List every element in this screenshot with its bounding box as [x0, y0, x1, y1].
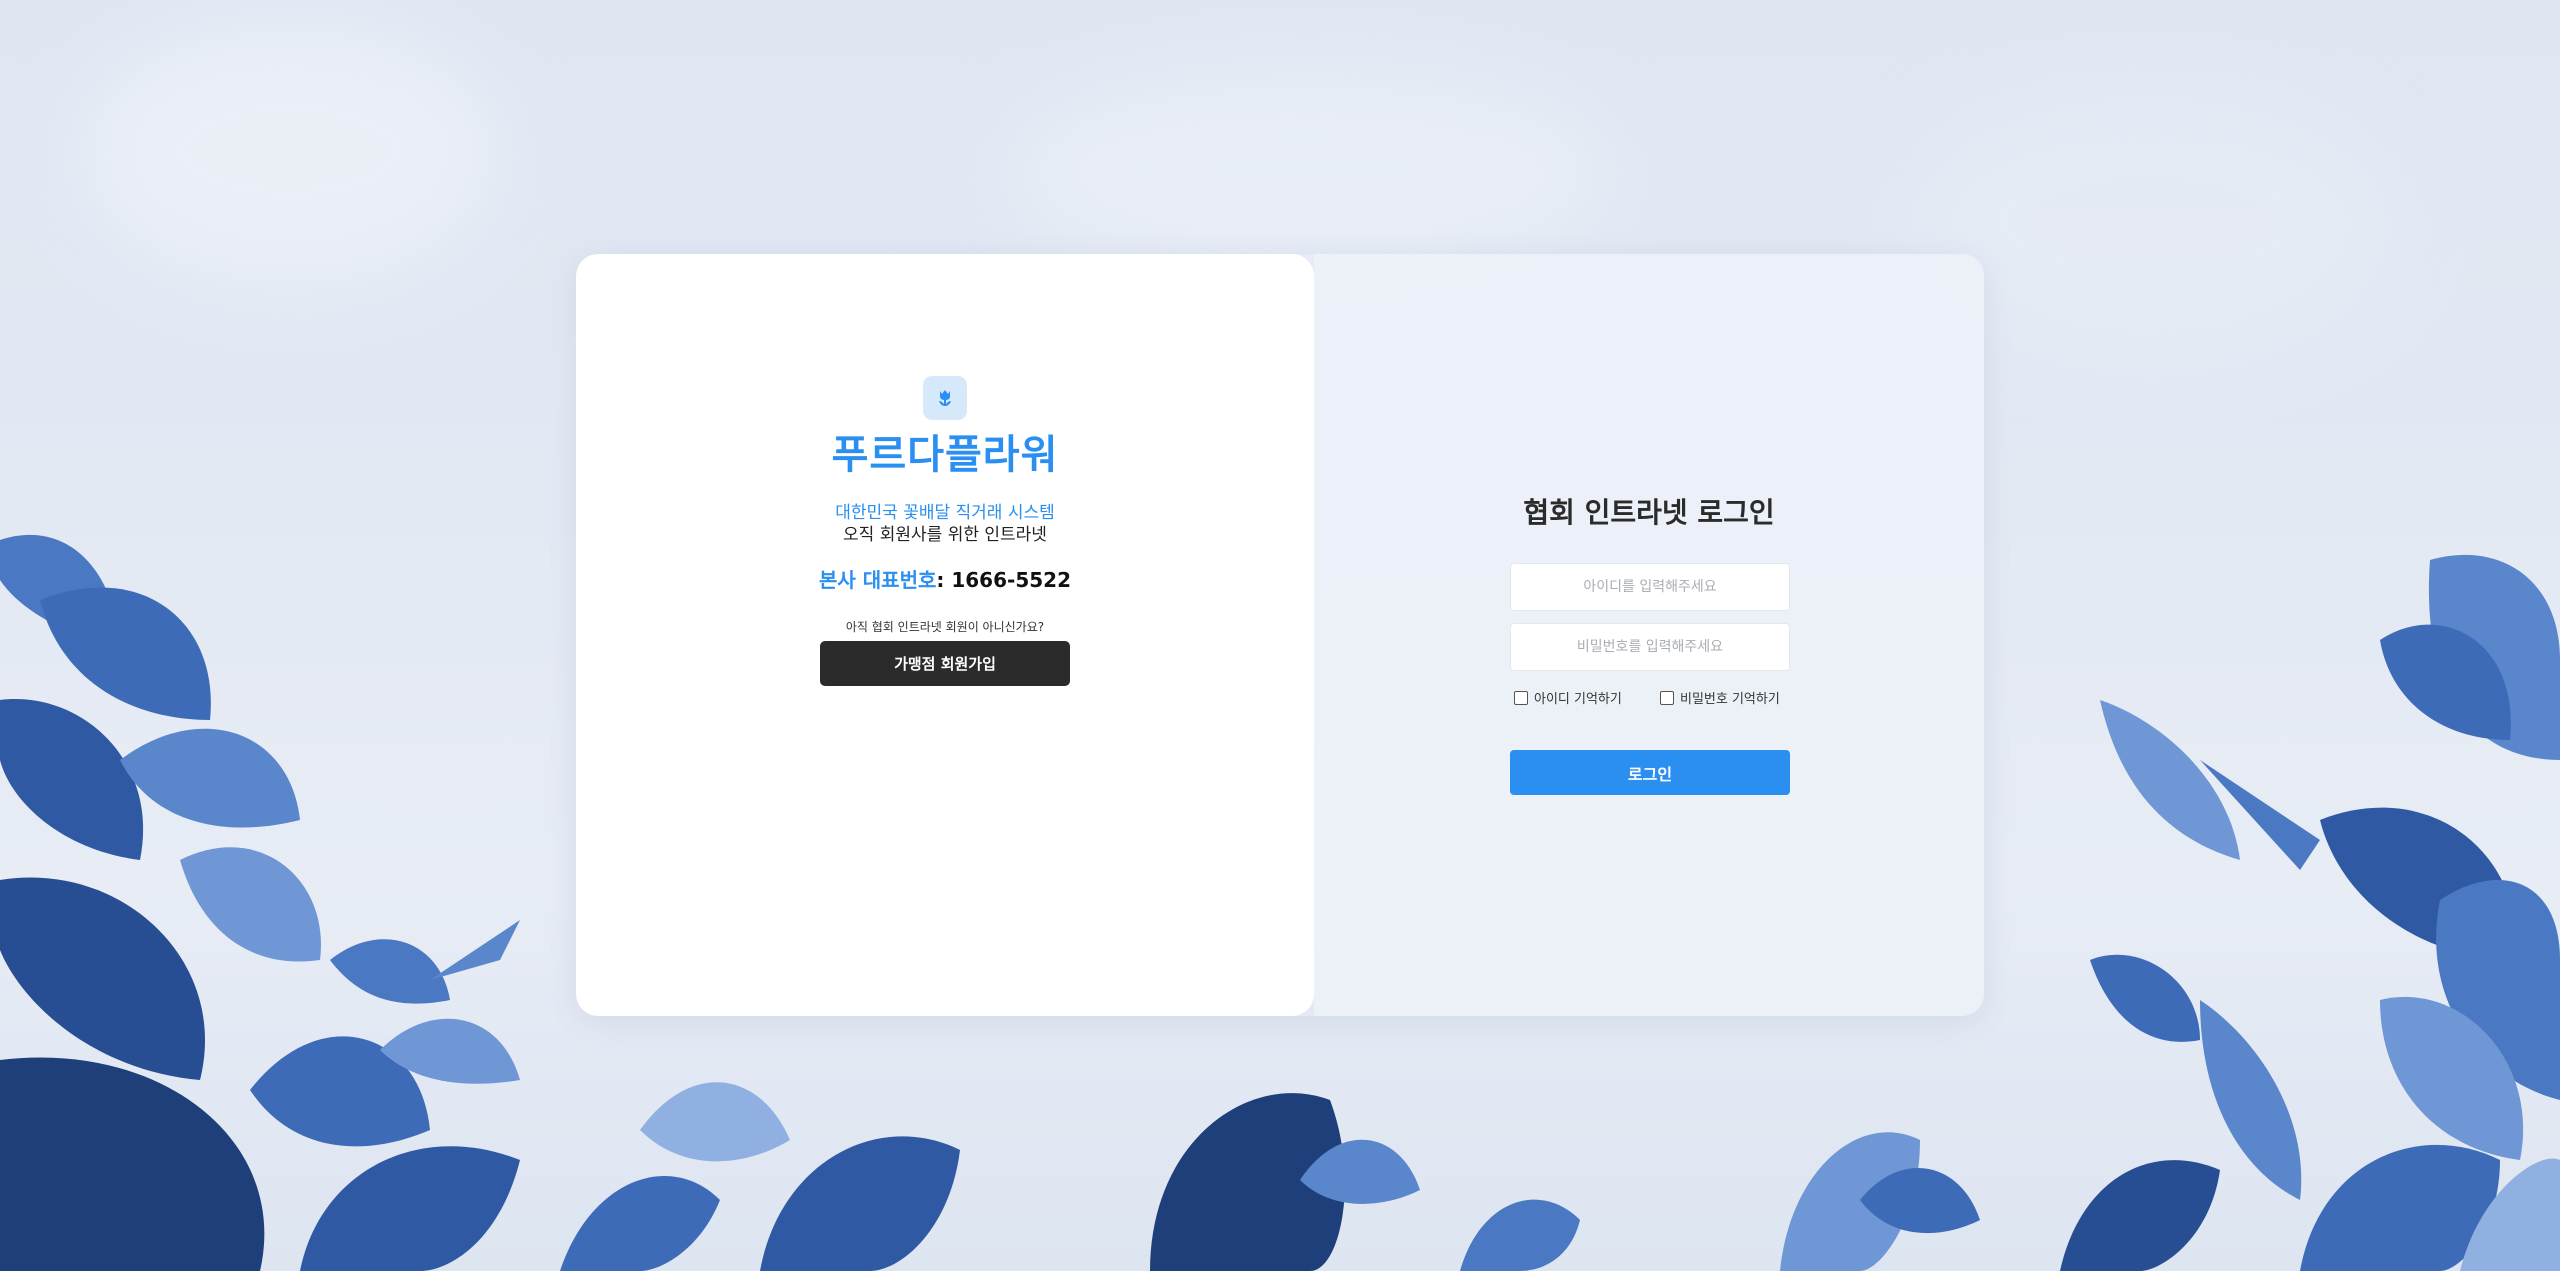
remember-id-label: 아이디 기억하기 [1534, 692, 1622, 707]
remember-password-label: 비밀번호 기억하기 [1680, 692, 1780, 707]
brand-name: 푸르다플라워 [831, 432, 1059, 478]
phone-number: : 1666-5522 [936, 568, 1071, 592]
tagline-secondary: 오직 회원사를 위한 인트라넷 [843, 525, 1047, 545]
foliage-right [2060, 554, 2560, 1271]
login-panel: 협회 인트라넷 로그인 아이디 기억하기 비밀번호 기억하기 로그인 [1314, 254, 1984, 1016]
password-input[interactable] [1510, 623, 1790, 671]
signup-hint: 아직 협회 인트라넷 회원이 아니신가요? [845, 620, 1045, 634]
login-title: 협회 인트라넷 로그인 [1523, 496, 1775, 529]
id-input[interactable] [1510, 563, 1790, 611]
login-card: 푸르다플라워 대한민국 꽃배달 직거래 시스템 오직 회원사를 위한 인트라넷 … [576, 254, 1984, 1016]
flower-icon [923, 376, 967, 420]
login-button[interactable]: 로그인 [1510, 750, 1790, 795]
brand-panel: 푸르다플라워 대한민국 꽃배달 직거래 시스템 오직 회원사를 위한 인트라넷 … [576, 254, 1314, 1016]
remember-password-checkbox[interactable]: 비밀번호 기억하기 [1660, 688, 1780, 707]
phone-info: 본사 대표번호: 1666-5522 [576, 564, 1314, 593]
checkbox-box[interactable] [1660, 690, 1674, 705]
remember-id-checkbox[interactable]: 아이디 기억하기 [1514, 688, 1622, 707]
signup-button[interactable]: 가맹점 회원가입 [820, 641, 1070, 686]
phone-label: 본사 대표번호 [819, 568, 937, 592]
checkbox-box[interactable] [1514, 690, 1528, 705]
foliage-center [640, 1082, 1980, 1271]
